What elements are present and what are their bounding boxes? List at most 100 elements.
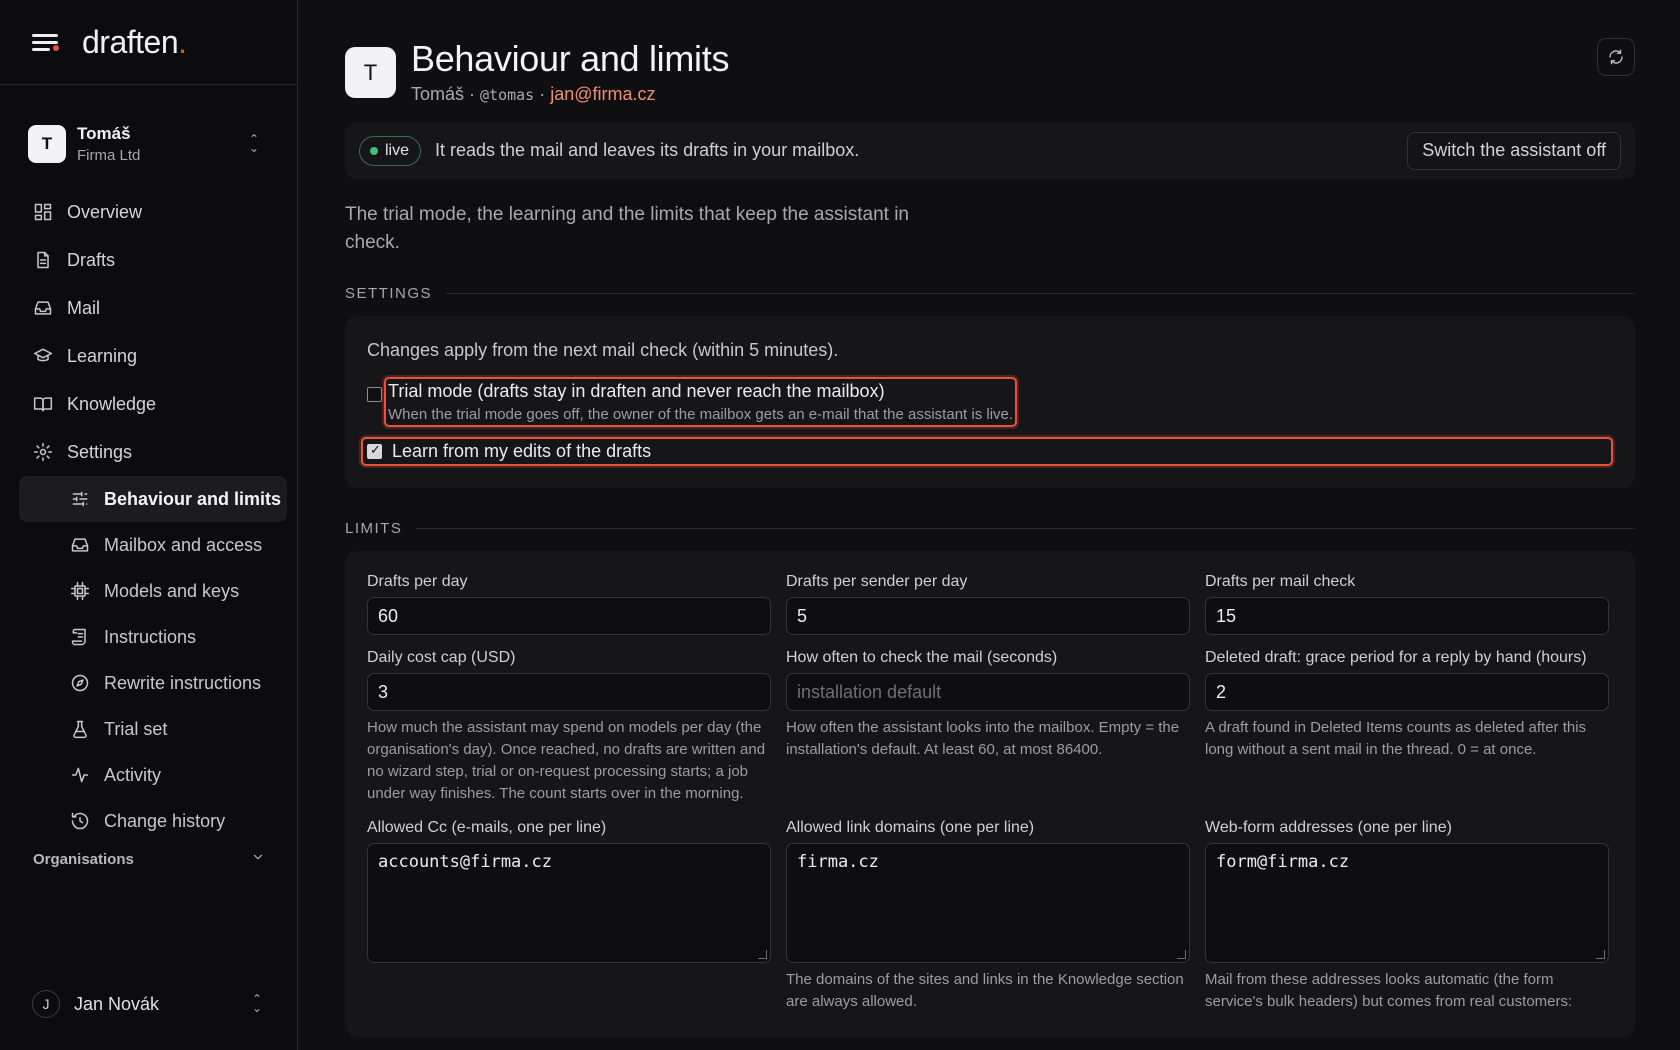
drafts-per-check-input[interactable]: 15: [1205, 597, 1609, 635]
gear-icon: [33, 442, 53, 462]
user-avatar: J: [32, 990, 60, 1018]
settings-section-header: SETTINGS: [345, 285, 1635, 302]
webform-addresses-help: Mail from these addresses looks automati…: [1205, 971, 1573, 1010]
sidebar-item-label: Learning: [67, 345, 138, 366]
status-badge: live: [359, 135, 422, 166]
resize-grip-icon[interactable]: [758, 950, 767, 959]
trial-mode-help: When the trial mode goes off, the owner …: [388, 406, 1014, 423]
sidebar-item-overview[interactable]: Overview: [0, 188, 297, 236]
sliders-icon: [70, 489, 90, 509]
sidebar-subitem-behaviour-limits[interactable]: Behaviour and limits: [19, 476, 287, 522]
sidebar-item-knowledge[interactable]: Knowledge: [0, 380, 297, 428]
sidebar-subitem-instructions[interactable]: Instructions: [19, 614, 287, 660]
page-avatar: T: [345, 47, 396, 98]
compass-icon: [70, 673, 90, 693]
activity-icon: [70, 765, 90, 785]
sidebar-item-drafts[interactable]: Drafts: [0, 236, 297, 284]
daily-cost-cap-input[interactable]: 3: [367, 673, 771, 711]
allowed-domains-field: Allowed link domains (one per line) firm…: [786, 819, 1190, 1013]
trial-mode-row: Trial mode (drafts stay in draften and n…: [367, 377, 1613, 427]
resize-grip-icon[interactable]: [1596, 950, 1605, 959]
learn-edits-label[interactable]: Learn from my edits of the drafts: [392, 441, 651, 462]
user-menu[interactable]: J Jan Novák ⌃ ⌄: [0, 990, 298, 1018]
allowed-cc-textarea[interactable]: accounts@firma.cz: [367, 843, 771, 963]
organisations-label: Organisations: [33, 850, 134, 868]
sidebar-subitem-rewrite-instructions[interactable]: Rewrite instructions: [19, 660, 287, 706]
sidebar-subitem-change-history[interactable]: Change history: [19, 798, 287, 844]
settings-card: Changes apply from the next mail check (…: [345, 316, 1635, 488]
learn-edits-highlight: Learn from my edits of the drafts: [361, 437, 1613, 466]
settings-note: Changes apply from the next mail check (…: [367, 340, 839, 360]
allowed-cc-field: Allowed Cc (e-mails, one per line) accou…: [367, 819, 771, 1013]
sidebar-item-label: Settings: [67, 441, 133, 462]
account-org: Firma Ltd: [77, 147, 141, 164]
sidebar-nav: Overview Drafts Mail Learning Knowledge …: [0, 188, 297, 844]
sidebar-subitem-label: Rewrite instructions: [104, 672, 262, 693]
sidebar-subitem-trial-set[interactable]: Trial set: [19, 706, 287, 752]
drafts-per-sender-input[interactable]: 5: [786, 597, 1190, 635]
drafts-per-day-input[interactable]: 60: [367, 597, 771, 635]
sidebar-item-label: Knowledge: [67, 393, 157, 414]
sidebar-item-label: Overview: [67, 201, 143, 222]
trial-mode-label[interactable]: Trial mode (drafts stay in draften and n…: [388, 381, 1013, 402]
sidebar-subitem-label: Trial set: [104, 718, 168, 739]
allowed-domains-help: The domains of the sites and links in th…: [786, 971, 1184, 1010]
grid-icon: [33, 202, 53, 222]
sidebar-subitem-label: Models and keys: [104, 580, 240, 601]
webform-addresses-textarea[interactable]: form@firma.cz: [1205, 843, 1609, 963]
sidebar-item-mail[interactable]: Mail: [0, 284, 297, 332]
learn-edits-checkbox[interactable]: [367, 442, 382, 459]
sidebar-subitem-activity[interactable]: Activity: [19, 752, 287, 798]
refresh-icon: [1609, 49, 1623, 65]
chevron-down-icon: [251, 850, 265, 868]
daily-cost-cap-help: How much the assistant may spend on mode…: [367, 719, 766, 802]
chip-icon: [70, 581, 90, 601]
organisations-toggle[interactable]: Organisations: [0, 850, 298, 868]
history-icon: [70, 811, 90, 831]
app-logo[interactable]: draften.: [82, 24, 187, 61]
document-icon: [33, 250, 53, 270]
sidebar-item-label: Mail: [67, 297, 101, 318]
grace-period-help: A draft found in Deleted Items counts as…: [1205, 719, 1587, 758]
page-title: Behaviour and limits: [411, 38, 730, 79]
drafts-per-day-field: Drafts per day 60: [367, 573, 771, 635]
check-interval-field: How often to check the mail (seconds) in…: [786, 649, 1190, 805]
limits-card: Drafts per day 60 Drafts per sender per …: [345, 551, 1635, 1037]
inbox-icon: [70, 535, 90, 555]
resize-grip-icon[interactable]: [1177, 950, 1186, 959]
limits-section-header: LIMITS: [345, 520, 1635, 537]
sidebar-subitem-models-keys[interactable]: Models and keys: [19, 568, 287, 614]
subtitle-handle: @tomas: [480, 86, 535, 104]
refresh-button[interactable]: [1597, 38, 1635, 76]
status-text: It reads the mail and leaves its drafts …: [435, 140, 860, 160]
sidebar: draften. T Tomáš Firma Ltd ⌃ ⌄ Overview D…: [0, 0, 298, 1050]
daily-cost-cap-field: Daily cost cap (USD) 3 How much the assi…: [367, 649, 771, 805]
sidebar-item-settings[interactable]: Settings: [0, 428, 297, 476]
page-subtitle: Tomáš · @tomas · jan@firma.cz: [411, 84, 656, 105]
webform-addresses-field: Web-form addresses (one per line) form@f…: [1205, 819, 1609, 1013]
subtitle-name: Tomáš ·: [411, 84, 476, 104]
subtitle-separator: ·: [539, 84, 546, 104]
check-interval-input[interactable]: installation default: [786, 673, 1190, 711]
assistant-status-bar: live It reads the mail and leaves its dr…: [345, 122, 1635, 179]
switch-assistant-off-button[interactable]: Switch the assistant off: [1407, 131, 1621, 170]
user-name: Jan Novák: [74, 993, 160, 1014]
scroll-icon: [70, 627, 90, 647]
check-interval-help: How often the assistant looks into the m…: [786, 719, 1180, 758]
sidebar-item-learning[interactable]: Learning: [0, 332, 297, 380]
inbox-icon: [33, 298, 53, 318]
subtitle-email[interactable]: jan@firma.cz: [550, 84, 655, 104]
menu-icon[interactable]: [32, 28, 60, 56]
chevron-updown-icon: ⌃ ⌄: [248, 132, 260, 155]
trial-mode-checkbox[interactable]: [367, 387, 382, 402]
account-avatar: T: [28, 125, 66, 163]
sidebar-subitem-mailbox-access[interactable]: Mailbox and access: [19, 522, 287, 568]
account-switcher[interactable]: T Tomáš Firma Ltd ⌃ ⌄: [18, 109, 279, 179]
account-name: Tomáš: [77, 124, 131, 143]
main-content: T Behaviour and limits Tomáš · @tomas · …: [345, 0, 1635, 1037]
allowed-domains-textarea[interactable]: firma.cz: [786, 843, 1190, 963]
grace-period-input[interactable]: 2: [1205, 673, 1609, 711]
sidebar-subitem-label: Activity: [104, 764, 162, 785]
graduation-cap-icon: [33, 346, 53, 366]
page-header: T Behaviour and limits Tomáš · @tomas · …: [345, 0, 1635, 122]
